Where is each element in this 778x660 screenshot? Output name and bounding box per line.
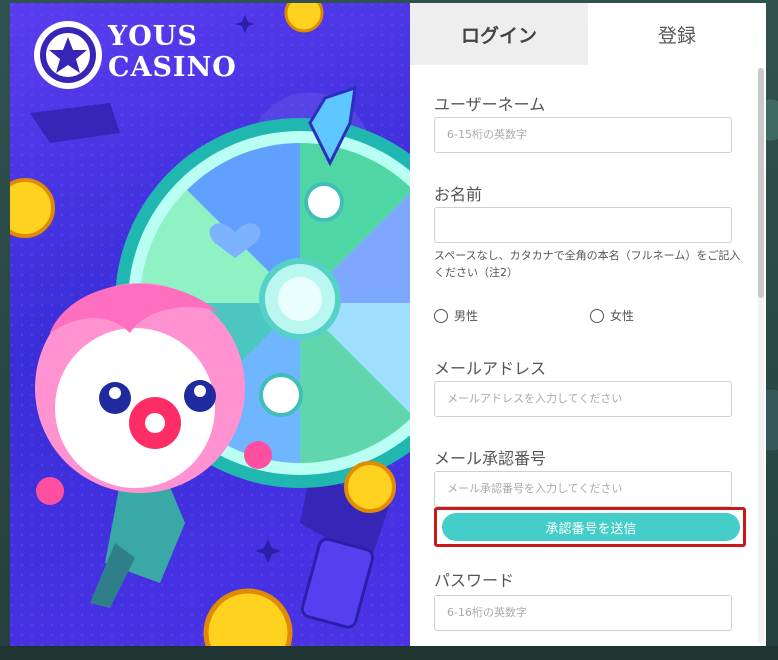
bottom-bar bbox=[0, 646, 778, 660]
email-label: メールアドレス bbox=[434, 359, 547, 378]
casino-artwork bbox=[10, 3, 410, 646]
verification-code-label: メール承認番号 bbox=[434, 449, 547, 468]
form-panel: ログイン 登録 ユーザーネーム 6-15桁の英数字 お名前 スペースなし、カタカ… bbox=[410, 3, 766, 646]
name-input[interactable] bbox=[434, 207, 732, 243]
gender-male-label: 男性 bbox=[454, 309, 479, 323]
username-input[interactable]: 6-15桁の英数字 bbox=[434, 117, 732, 153]
radio-circle-icon bbox=[590, 308, 604, 323]
form-scrollbar-thumb[interactable] bbox=[758, 68, 764, 298]
password-label: パスワード bbox=[434, 571, 515, 590]
gender-female-label: 女性 bbox=[610, 309, 635, 323]
star-chip-icon bbox=[34, 21, 102, 89]
brand-name-line2: CASINO bbox=[108, 52, 237, 83]
username-label: ユーザーネーム bbox=[434, 95, 546, 114]
send-code-button[interactable]: 承認番号を送信 bbox=[442, 513, 740, 541]
verification-code-input[interactable]: メール承認番号を入力してください bbox=[434, 471, 732, 507]
auth-tabs: ログイン 登録 bbox=[410, 3, 766, 65]
password-input[interactable]: 6-16桁の英数字 bbox=[434, 595, 732, 631]
email-input[interactable]: メールアドレスを入力してください bbox=[434, 381, 732, 417]
register-form: ユーザーネーム 6-15桁の英数字 お名前 スペースなし、カタカナで全角の本名（… bbox=[410, 65, 766, 646]
registration-modal: YOUS CASINO ログイン 登録 ユーザーネーム 6-15桁の英数字 お名… bbox=[10, 3, 766, 646]
radio-circle-icon bbox=[434, 308, 448, 323]
gender-male-radio[interactable]: 男性 bbox=[434, 307, 478, 324]
brand-name-line1: YOUS bbox=[108, 21, 198, 52]
tab-register[interactable]: 登録 bbox=[588, 3, 766, 65]
gender-female-radio[interactable]: 女性 bbox=[590, 307, 634, 324]
brand-logo: YOUS CASINO bbox=[32, 19, 252, 91]
name-note: スペースなし、カタカナで全角の本名（フルネーム）をご記入ください（注2） bbox=[434, 249, 741, 279]
tab-login[interactable]: ログイン bbox=[410, 3, 588, 65]
name-label: お名前 bbox=[434, 185, 483, 204]
brand-name: YOUS CASINO bbox=[108, 21, 237, 83]
promo-illustration: YOUS CASINO bbox=[10, 3, 410, 646]
